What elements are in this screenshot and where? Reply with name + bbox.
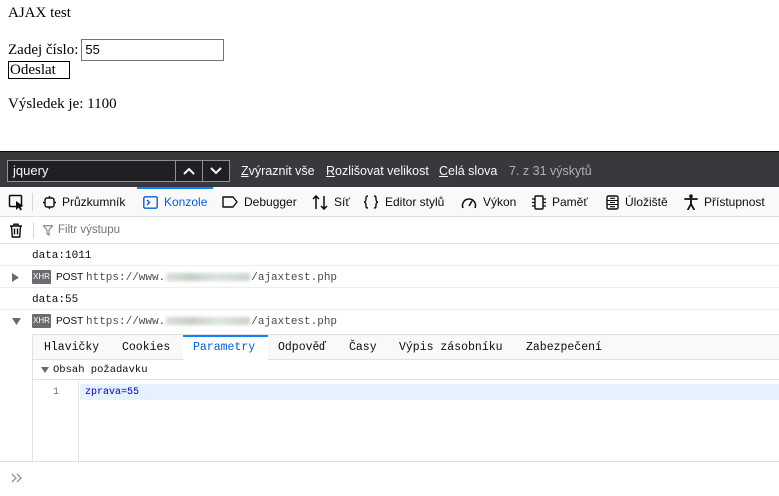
code-line[interactable]: zprava=55 — [85, 387, 139, 398]
chevron-up-icon — [183, 167, 195, 175]
element-picker-icon[interactable] — [8, 194, 25, 211]
result-row: Výsledek je: 1100 — [8, 96, 117, 113]
memory-icon — [532, 194, 546, 210]
tab-storage[interactable]: Úložiště — [606, 187, 668, 217]
find-box: jquery — [7, 160, 230, 182]
console-icon — [143, 195, 158, 209]
message-text: data:1011 — [32, 250, 92, 262]
filter-input[interactable]: Filtr výstupu — [58, 224, 120, 236]
request-method: POST — [56, 316, 84, 327]
tab-label: Síť — [334, 195, 350, 209]
tab-label: Přístupnost — [704, 195, 765, 209]
number-label: Zadej číslo: — [8, 41, 79, 58]
tab-label: Paměť — [552, 195, 588, 209]
console-input[interactable] — [0, 461, 779, 496]
redacted-domain — [166, 317, 251, 326]
toolbar-separator — [32, 193, 33, 211]
result-label: Výsledek je: — [8, 96, 84, 112]
filter-icon — [43, 225, 53, 236]
tab-security[interactable]: Zabezpečení — [526, 341, 602, 354]
section-label: Obsah požadavku — [53, 364, 148, 376]
tab-label: Výkon — [483, 195, 517, 209]
xhr-message[interactable]: XHR POST https://www. /ajaxtest.php — [0, 310, 779, 332]
collapse-arrow-icon[interactable] — [12, 318, 21, 325]
code-line-highlight — [80, 384, 779, 400]
tab-label: Úložiště — [625, 195, 668, 209]
request-url[interactable]: https://www. /ajaxtest.php — [86, 272, 337, 284]
xhr-message[interactable]: XHR POST https://www. /ajaxtest.php — [0, 266, 779, 288]
tab-label: Debugger — [244, 195, 297, 209]
debugger-icon — [222, 196, 238, 208]
chevron-down-icon — [209, 167, 222, 175]
console-message: data:1011 — [0, 244, 779, 266]
console-filter-bar: Filtr výstupu — [0, 217, 779, 244]
tab-performance[interactable]: Výkon — [461, 187, 516, 217]
find-next-button[interactable] — [202, 161, 228, 181]
tab-console[interactable]: Konzole — [136, 187, 214, 217]
filter-separator — [33, 222, 34, 239]
url-suffix: /ajaxtest.php — [251, 272, 338, 284]
inspector-icon — [43, 195, 56, 209]
performance-icon — [461, 197, 477, 208]
find-input[interactable]: jquery — [8, 161, 176, 181]
devtools-toolbar: Průzkumník Konzole Debugger Síť Editor s… — [0, 187, 779, 217]
result-value: 1100 — [87, 96, 117, 112]
find-bar: jquery Zvýraznit vše Rozlišovat velikost… — [0, 151, 779, 187]
collapse-arrow-icon — [41, 367, 49, 373]
number-form-row: Zadej číslo: 55 — [8, 39, 225, 61]
highlight-all-accesskey: Z — [241, 164, 249, 178]
request-method: POST — [56, 272, 84, 283]
style-editor-icon — [363, 195, 379, 209]
network-icon — [312, 194, 328, 210]
request-payload-section[interactable]: Obsah požadavku — [33, 360, 779, 380]
url-prefix: https://www. — [86, 316, 166, 328]
xhr-badge: XHR — [32, 314, 51, 328]
tab-accessibility[interactable]: Přístupnost — [684, 187, 765, 217]
accessibility-icon — [684, 194, 698, 210]
find-previous-button[interactable] — [176, 161, 202, 181]
trash-icon[interactable] — [9, 223, 23, 238]
number-input[interactable]: 55 — [81, 39, 225, 61]
details-tabs: Hlavičky Cookies Parametry Odpověď Časy … — [33, 335, 779, 360]
url-prefix: https://www. — [86, 272, 166, 284]
tab-debugger[interactable]: Debugger — [222, 187, 297, 217]
match-case-accesskey: R — [326, 164, 336, 178]
whole-words-accesskey: C — [439, 164, 449, 178]
highlight-all-label: výraznit vše — [248, 164, 315, 178]
tab-inspector[interactable]: Průzkumník — [43, 187, 125, 217]
page-title: AJAX test — [8, 5, 71, 21]
storage-icon — [606, 194, 619, 210]
tab-style-editor[interactable]: Editor stylů — [363, 187, 444, 217]
match-case-option[interactable]: Rozlišovat velikost — [326, 164, 429, 178]
request-url[interactable]: https://www. /ajaxtest.php — [86, 316, 337, 328]
redacted-domain — [166, 273, 251, 282]
tab-label: Konzole — [164, 195, 208, 209]
whole-words-label: elá slova — [448, 164, 498, 178]
whole-words-option[interactable]: Celá slova — [439, 164, 497, 178]
tab-timings[interactable]: Časy — [349, 341, 377, 354]
xhr-badge: XHR — [32, 270, 51, 284]
send-button[interactable]: Odeslat — [8, 61, 70, 79]
url-suffix: /ajaxtest.php — [251, 316, 338, 328]
tab-params[interactable]: Parametry — [193, 341, 255, 354]
tab-stack-trace[interactable]: Výpis zásobníku — [399, 341, 503, 354]
tab-memory[interactable]: Paměť — [532, 187, 588, 217]
expand-arrow-icon[interactable] — [12, 273, 19, 282]
highlight-all-option[interactable]: Zvýraznit vše — [241, 164, 315, 178]
tab-headers[interactable]: Hlavičky — [44, 341, 99, 354]
match-case-label: ozlišovat velikost — [335, 164, 429, 178]
tab-label: Editor stylů — [385, 195, 445, 209]
tab-cookies[interactable]: Cookies — [122, 341, 170, 354]
tab-response[interactable]: Odpověď — [278, 341, 326, 354]
match-count: 7. z 31 výskytů — [509, 164, 592, 178]
prompt-icon — [11, 473, 22, 483]
console-message: data:55 — [0, 288, 779, 310]
message-text: data:55 — [32, 294, 79, 306]
line-number: 1 — [52, 387, 59, 398]
tab-label: Průzkumník — [62, 195, 126, 209]
page-content: AJAX test Zadej číslo: 55 Odeslat Výsled… — [0, 0, 779, 151]
network-details-panel: Hlavičky Cookies Parametry Odpověď Časy … — [32, 334, 779, 462]
tab-network[interactable]: Síť — [312, 187, 350, 217]
